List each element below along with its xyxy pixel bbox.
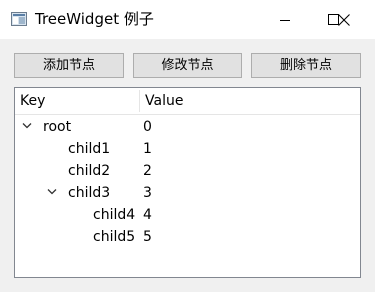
tree-row-child5[interactable]: child5 5 [15, 226, 360, 248]
edit-node-button[interactable]: 修改节点 [133, 53, 242, 78]
column-header-value[interactable]: Value [145, 88, 183, 114]
tree-item-key: child1 [68, 141, 111, 157]
minimize-button[interactable] [261, 0, 309, 39]
tree-row-child2[interactable]: child2 2 [15, 160, 360, 182]
tree-row-child4[interactable]: child4 4 [15, 204, 360, 226]
tree-header: Key Value [15, 88, 360, 115]
app-window-icon [11, 12, 27, 26]
add-node-button[interactable]: 添加节点 [14, 53, 124, 78]
chevron-down-icon[interactable] [22, 122, 32, 130]
tree-row-root[interactable]: root 0 [15, 116, 360, 138]
tree-widget[interactable]: Key Value root 0 child1 1 child2 2 child… [14, 87, 361, 278]
close-icon [338, 13, 350, 26]
tree-item-value: 2 [143, 163, 152, 179]
tree-item-value: 1 [143, 141, 152, 157]
tree-item-key: root [43, 119, 72, 135]
tree-item-value: 0 [143, 119, 152, 135]
tree-item-value: 4 [143, 207, 152, 223]
tree-item-value: 3 [143, 185, 152, 201]
tree-item-key: child3 [68, 185, 111, 201]
tree-item-value: 5 [143, 229, 152, 245]
tree-row-child3[interactable]: child3 3 [15, 182, 360, 204]
column-divider[interactable] [139, 90, 140, 112]
delete-node-button[interactable]: 删除节点 [251, 53, 361, 78]
tree-item-key: child5 [93, 229, 136, 245]
tree-row-child1[interactable]: child1 1 [15, 138, 360, 160]
minimize-icon [280, 19, 290, 21]
chevron-down-icon[interactable] [47, 188, 57, 196]
window-client-area: 添加节点 修改节点 删除节点 Key Value root 0 child1 1… [0, 39, 375, 292]
close-button[interactable] [320, 0, 368, 39]
window-title: TreeWidget 例子 [35, 10, 154, 28]
column-header-key[interactable]: Key [20, 88, 45, 114]
tree-item-key: child4 [93, 207, 136, 223]
tree-item-key: child2 [68, 163, 111, 179]
title-bar[interactable]: TreeWidget 例子 [0, 0, 375, 39]
